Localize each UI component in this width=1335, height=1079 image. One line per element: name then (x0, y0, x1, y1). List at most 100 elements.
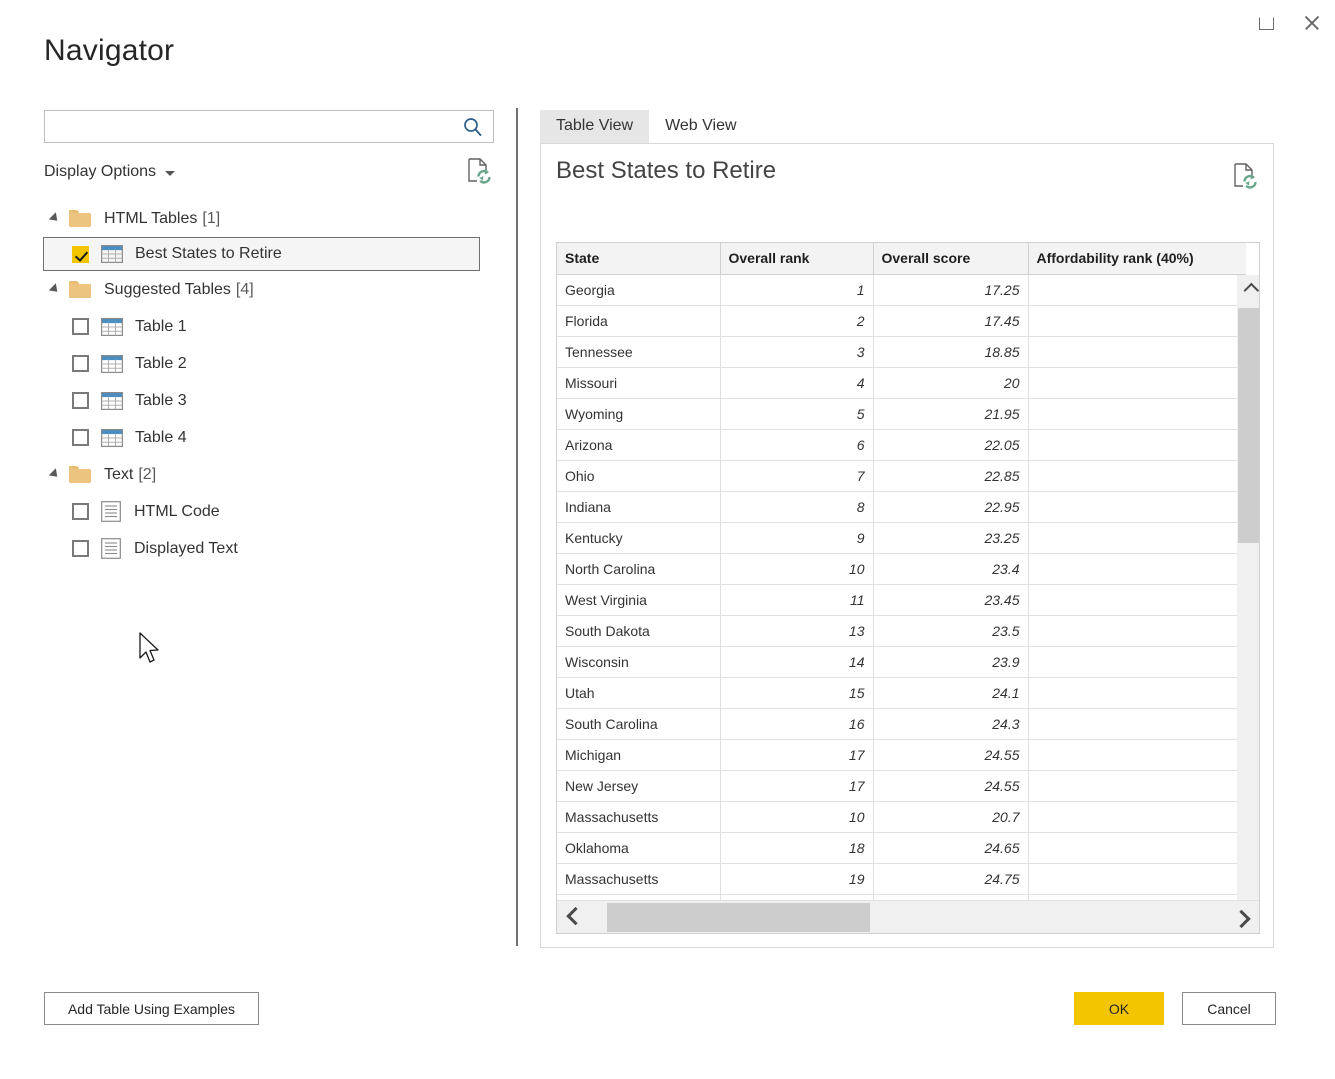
ok-button[interactable]: OK (1074, 992, 1164, 1025)
table-preview-panel: Best States to Retire State Overall rank O… (540, 143, 1274, 948)
tree-item-checkbox[interactable] (72, 540, 89, 557)
mouse-cursor (139, 632, 159, 663)
table-cell: 24.75 (873, 863, 1029, 895)
scroll-up-button[interactable] (1237, 277, 1259, 303)
data-grid: State Overall rank Overall score Affordabil… (556, 242, 1260, 934)
table-row[interactable]: Tennessee 3 18.85 (557, 336, 1246, 368)
tree-item-table-4[interactable]: Table 4 (44, 419, 494, 456)
table-row[interactable]: Utah 15 24.1 (557, 677, 1246, 709)
close-button[interactable] (1289, 3, 1335, 43)
table-row[interactable]: Kentucky 9 23.25 (557, 522, 1246, 554)
tree-item-displayed-text[interactable]: Displayed Text (44, 530, 494, 567)
table-row[interactable]: Wisconsin 14 23.9 (557, 646, 1246, 678)
table-row[interactable]: Wyoming 5 21.95 (557, 398, 1246, 430)
table-row[interactable]: South Dakota 13 23.5 (557, 615, 1246, 647)
table-row[interactable]: Ohio 7 22.85 (557, 460, 1246, 492)
column-header[interactable]: Overall rank (720, 243, 874, 275)
table-cell (1028, 367, 1246, 399)
table-cell (1028, 491, 1246, 523)
table-cell: 23.4 (873, 553, 1029, 585)
table-cell: 11 (720, 584, 874, 616)
restore-button[interactable] (1243, 3, 1289, 43)
scroll-left-button[interactable] (557, 901, 593, 933)
display-options-label: Display Options (44, 163, 157, 180)
vertical-scrollbar[interactable] (1237, 275, 1259, 933)
table-row[interactable]: Massachusetts 10 20.7 (557, 801, 1246, 833)
tree-item-html-code[interactable]: HTML Code (44, 493, 494, 530)
table-cell: Georgia (557, 274, 721, 306)
refresh-document-icon[interactable] (1232, 162, 1258, 190)
table-cell (1028, 429, 1246, 461)
table-cell (1028, 398, 1246, 430)
expander-icon[interactable] (48, 211, 61, 224)
tree-group-text[interactable]: Text [2] (44, 456, 494, 493)
tree-item-checkbox[interactable] (72, 429, 89, 446)
refresh-document-icon[interactable] (466, 157, 492, 185)
expander-icon[interactable] (48, 467, 61, 480)
table-row[interactable]: South Carolina 16 24.3 (557, 708, 1246, 740)
table-cell: South Dakota (557, 615, 721, 647)
table-row[interactable]: North Carolina 10 23.4 (557, 553, 1246, 585)
table-row[interactable]: New Jersey 17 24.55 (557, 770, 1246, 802)
table-cell: 23.45 (873, 584, 1029, 616)
table-cell: North Carolina (557, 553, 721, 585)
table-cell: Utah (557, 677, 721, 709)
chevron-down-icon (165, 171, 176, 176)
restore-icon (1258, 16, 1274, 30)
tree-item-table-2[interactable]: Table 2 (44, 345, 494, 382)
table-cell: 18.85 (873, 336, 1029, 368)
column-header[interactable]: Affordability rank (40%) (1028, 243, 1246, 275)
table-cell: West Virginia (557, 584, 721, 616)
search-icon[interactable] (462, 116, 484, 138)
table-row[interactable]: Georgia 1 17.25 (557, 274, 1246, 306)
tree-item-checkbox[interactable] (72, 245, 89, 263)
display-options-row: Display Options (44, 157, 494, 185)
left-pane: Display Options HTML Tables [1] Best State… (43, 110, 494, 567)
column-header[interactable]: State (557, 243, 721, 275)
folder-icon (69, 210, 91, 227)
column-header[interactable]: Overall score (873, 243, 1029, 275)
tree-item-checkbox[interactable] (72, 355, 89, 372)
table-row[interactable]: West Virginia 11 23.45 (557, 584, 1246, 616)
tree-item-table-3[interactable]: Table 3 (44, 382, 494, 419)
table-row[interactable]: Oklahoma 18 24.65 (557, 832, 1246, 864)
search-box[interactable] (44, 110, 494, 143)
table-cell: Massachusetts (557, 863, 721, 895)
table-body: Georgia 1 17.25 Florida 2 17.45 Tennessee 3 18.8… (557, 274, 1246, 926)
tree-group-suggested-tables[interactable]: Suggested Tables [4] (44, 271, 494, 308)
table-cell: 17 (720, 739, 874, 771)
tab-table-view[interactable]: Table View (540, 110, 650, 143)
tree-item-best-states-to-retire[interactable]: Best States to Retire (43, 237, 480, 271)
cancel-button[interactable]: Cancel (1182, 992, 1276, 1025)
tab-web-view[interactable]: Web View (649, 110, 752, 143)
tree-group-label: HTML Tables (104, 209, 198, 227)
horizontal-scrollbar[interactable] (557, 900, 1259, 933)
text-document-icon (101, 538, 121, 559)
table-row[interactable]: Indiana 8 22.95 (557, 491, 1246, 523)
expander-icon[interactable] (48, 282, 61, 295)
add-table-using-examples-button[interactable]: Add Table Using Examples (44, 992, 259, 1025)
table-cell: 24.1 (873, 677, 1029, 709)
table-row[interactable]: Arizona 6 22.05 (557, 429, 1246, 461)
table-row[interactable]: Florida 2 17.45 (557, 305, 1246, 337)
tree-group-html-tables[interactable]: HTML Tables [1] (44, 200, 494, 237)
display-options-button[interactable]: Display Options (44, 163, 176, 181)
tree-item-table-1[interactable]: Table 1 (44, 308, 494, 345)
search-input[interactable] (45, 112, 450, 141)
tree-item-checkbox[interactable] (72, 318, 89, 335)
tree-item-checkbox[interactable] (72, 503, 89, 520)
vertical-scroll-thumb[interactable] (1238, 308, 1259, 543)
table-cell (1028, 460, 1246, 492)
table-cell: 19 (720, 863, 874, 895)
scroll-right-button[interactable] (1223, 901, 1259, 933)
tree-item-checkbox[interactable] (72, 392, 89, 409)
table-row[interactable]: Michigan 17 24.55 (557, 739, 1246, 771)
table-row[interactable]: Massachusetts 19 24.75 (557, 863, 1246, 895)
table-row[interactable]: Missouri 4 20 (557, 367, 1246, 399)
view-tabs: Table View Web View (540, 110, 1274, 143)
table-cell: Indiana (557, 491, 721, 523)
horizontal-scroll-thumb[interactable] (607, 903, 870, 932)
tree-item-label: Table 4 (135, 428, 187, 446)
table-cell (1028, 770, 1246, 802)
pane-divider (516, 108, 518, 946)
